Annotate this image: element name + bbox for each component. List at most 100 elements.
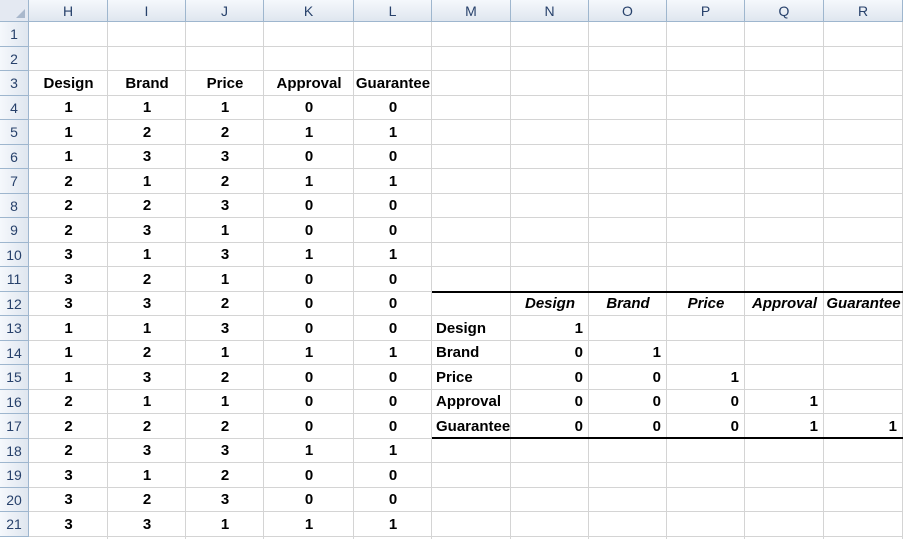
- corr-header-price[interactable]: Price: [667, 292, 745, 316]
- data-cell[interactable]: 0: [354, 96, 432, 120]
- corr-row-label-price[interactable]: Price: [432, 365, 511, 390]
- data-cell[interactable]: 0: [264, 145, 354, 169]
- column-header-j[interactable]: J: [186, 0, 264, 22]
- column-header-p[interactable]: P: [667, 0, 745, 22]
- row-header-6[interactable]: 6: [0, 145, 29, 169]
- data-cell[interactable]: 1: [354, 120, 432, 145]
- column-header-r[interactable]: R: [824, 0, 903, 22]
- row-header-11[interactable]: 11: [0, 267, 29, 292]
- data-cell[interactable]: 1: [264, 341, 354, 365]
- data-cell[interactable]: 2: [186, 365, 264, 390]
- data-cell[interactable]: 2: [29, 169, 108, 194]
- row-header-15[interactable]: 15: [0, 365, 29, 390]
- column-header-o[interactable]: O: [589, 0, 667, 22]
- data-cell[interactable]: 0: [264, 218, 354, 243]
- data-cell[interactable]: 0: [264, 488, 354, 512]
- data-cell[interactable]: 3: [186, 488, 264, 512]
- data-cell[interactable]: 0: [264, 96, 354, 120]
- data-cell[interactable]: 1: [108, 463, 186, 488]
- row-header-8[interactable]: 8: [0, 194, 29, 218]
- data-cell[interactable]: 1: [186, 96, 264, 120]
- data-cell[interactable]: 2: [186, 120, 264, 145]
- corr-row-label-guarantee[interactable]: Guarantee: [432, 414, 511, 439]
- data-cell[interactable]: 3: [108, 512, 186, 537]
- data-cell[interactable]: 1: [264, 243, 354, 267]
- data-cell[interactable]: 1: [108, 243, 186, 267]
- data-cell[interactable]: 3: [186, 243, 264, 267]
- corr-cell[interactable]: 1: [511, 316, 589, 341]
- data-cell[interactable]: 2: [108, 120, 186, 145]
- data-cell[interactable]: 1: [354, 243, 432, 267]
- corr-cell[interactable]: 1: [589, 341, 667, 365]
- data-cell[interactable]: 0: [354, 390, 432, 414]
- data-header-price[interactable]: Price: [186, 71, 264, 96]
- data-cell[interactable]: 1: [29, 341, 108, 365]
- row-header-4[interactable]: 4: [0, 96, 29, 120]
- data-cell[interactable]: 1: [354, 169, 432, 194]
- row-header-19[interactable]: 19: [0, 463, 29, 488]
- row-header-18[interactable]: 18: [0, 439, 29, 463]
- data-cell[interactable]: 1: [29, 120, 108, 145]
- data-cell[interactable]: 1: [354, 512, 432, 537]
- data-cell[interactable]: 1: [264, 512, 354, 537]
- data-cell[interactable]: 0: [354, 463, 432, 488]
- row-header-10[interactable]: 10: [0, 243, 29, 267]
- data-cell[interactable]: 1: [186, 512, 264, 537]
- data-cell[interactable]: 3: [108, 292, 186, 316]
- data-cell[interactable]: 1: [264, 120, 354, 145]
- data-header-guarantee[interactable]: Guarantee: [354, 71, 432, 96]
- corr-row-label-brand[interactable]: Brand: [432, 341, 511, 365]
- row-header-16[interactable]: 16: [0, 390, 29, 414]
- data-cell[interactable]: 0: [354, 218, 432, 243]
- data-cell[interactable]: 2: [186, 414, 264, 439]
- data-cell[interactable]: 0: [264, 267, 354, 292]
- data-cell[interactable]: 3: [29, 267, 108, 292]
- corr-cell[interactable]: 0: [589, 390, 667, 414]
- corr-cell[interactable]: 0: [589, 414, 667, 439]
- column-header-m[interactable]: M: [432, 0, 511, 22]
- corr-header-guarantee[interactable]: Guarantee: [824, 292, 903, 316]
- corr-cell[interactable]: 0: [511, 365, 589, 390]
- data-cell[interactable]: 1: [264, 439, 354, 463]
- corr-cell[interactable]: 0: [511, 341, 589, 365]
- data-cell[interactable]: 1: [264, 169, 354, 194]
- row-header-9[interactable]: 9: [0, 218, 29, 243]
- data-header-design[interactable]: Design: [29, 71, 108, 96]
- data-cell[interactable]: 3: [108, 365, 186, 390]
- data-cell[interactable]: 1: [186, 390, 264, 414]
- column-header-l[interactable]: L: [354, 0, 432, 22]
- data-cell[interactable]: 0: [354, 145, 432, 169]
- data-cell[interactable]: 0: [354, 267, 432, 292]
- column-header-n[interactable]: N: [511, 0, 589, 22]
- corr-cell[interactable]: 0: [511, 414, 589, 439]
- data-cell[interactable]: 1: [29, 316, 108, 341]
- data-cell[interactable]: 1: [108, 316, 186, 341]
- corr-cell[interactable]: 0: [667, 390, 745, 414]
- row-header-21[interactable]: 21: [0, 512, 29, 537]
- data-cell[interactable]: 3: [108, 145, 186, 169]
- data-cell[interactable]: 0: [264, 194, 354, 218]
- data-cell[interactable]: 2: [108, 194, 186, 218]
- data-cell[interactable]: 1: [108, 169, 186, 194]
- data-cell[interactable]: 3: [29, 463, 108, 488]
- data-cell[interactable]: 1: [354, 439, 432, 463]
- data-cell[interactable]: 2: [29, 414, 108, 439]
- data-cell[interactable]: 1: [186, 267, 264, 292]
- row-header-3[interactable]: 3: [0, 71, 29, 96]
- corr-cell[interactable]: 0: [511, 390, 589, 414]
- data-cell[interactable]: 0: [264, 390, 354, 414]
- data-cell[interactable]: 2: [186, 463, 264, 488]
- data-cell[interactable]: 1: [108, 96, 186, 120]
- data-header-approval[interactable]: Approval: [264, 71, 354, 96]
- row-header-14[interactable]: 14: [0, 341, 29, 365]
- data-cell[interactable]: 3: [108, 439, 186, 463]
- row-header-12[interactable]: 12: [0, 292, 29, 316]
- row-header-20[interactable]: 20: [0, 488, 29, 512]
- spreadsheet-grid[interactable]: H I J K L M N O P Q R 1 2 3 4 5 6 7 8 9 10 11 12 13 14 15 16 17 18 19…: [0, 0, 903, 539]
- data-cell[interactable]: 0: [264, 316, 354, 341]
- corr-cell[interactable]: 1: [745, 414, 824, 439]
- corr-cell[interactable]: 0: [667, 414, 745, 439]
- row-header-2[interactable]: 2: [0, 47, 29, 71]
- data-cell[interactable]: 0: [264, 292, 354, 316]
- data-cell[interactable]: 2: [186, 169, 264, 194]
